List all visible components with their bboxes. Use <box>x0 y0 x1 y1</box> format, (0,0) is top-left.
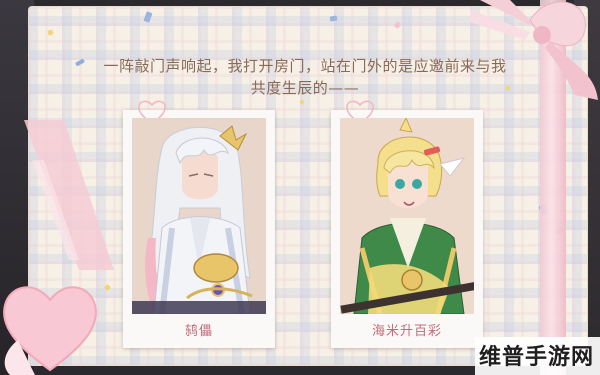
character-name-right: 海米升百彩 <box>371 324 442 339</box>
watermark-badge: 维普手游网 <box>475 337 600 375</box>
character-portrait-left <box>132 118 266 314</box>
heart-icon <box>3 286 97 375</box>
character-portrait-right <box>340 118 474 314</box>
story-text: 一阵敲门声响起，我打开房门，站在门外的是应邀前来与我 共度生辰的—— <box>70 55 540 99</box>
character-card-left[interactable]: 鸫儡 <box>123 100 275 348</box>
character-name-left: 鸫儡 <box>184 324 213 339</box>
character-card-right[interactable]: 海米升百彩 <box>331 100 483 348</box>
watermark-text: 维普手游网 <box>478 345 594 370</box>
story-line-2: 共度生辰的—— <box>250 79 360 97</box>
story-line-1: 一阵敲门声响起，我打开房门，站在门外的是应邀前来与我 <box>103 57 507 75</box>
ribbon-diagonal <box>24 120 114 270</box>
